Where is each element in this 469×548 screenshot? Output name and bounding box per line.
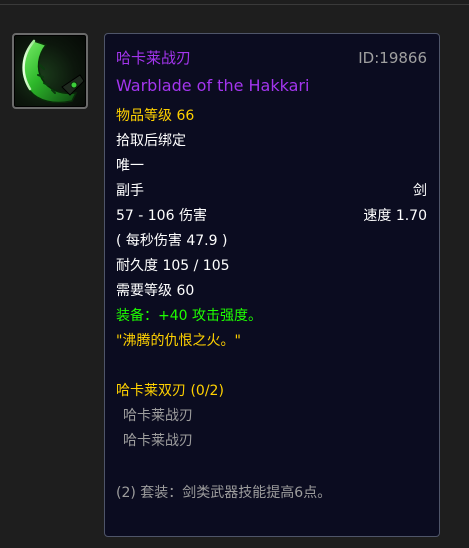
item-level: 物品等级 66 (116, 108, 195, 124)
required-level: 需要等级 60 (116, 283, 195, 299)
set-bonus: (2) 套装：剑类武器技能提高6点。 (116, 485, 332, 501)
item-name-chinese: 哈卡莱战刃 (116, 49, 192, 67)
flavor-text: "沸腾的仇恨之火。" (116, 333, 241, 349)
item-tooltip: 哈卡莱战刃 ID:19866 Warblade of the Hakkari 物… (104, 33, 440, 537)
item-set-name[interactable]: 哈卡莱双刃 (0/2) (116, 380, 224, 400)
damage-range: 57 - 106 伤害 (116, 208, 207, 224)
item-id: ID:19866 (358, 49, 427, 67)
damage-per-second: ( 每秒伤害 47.9 ) (116, 233, 228, 249)
unique-tag: 唯一 (116, 158, 144, 174)
set-piece-item[interactable]: 哈卡莱战刃 (123, 405, 193, 425)
set-piece-item[interactable]: 哈卡莱战刃 (123, 430, 193, 450)
item-icon-frame[interactable] (12, 33, 88, 109)
durability: 耐久度 105 / 105 (116, 258, 230, 274)
item-name-english: Warblade of the Hakkari (116, 76, 310, 95)
top-divider (0, 4, 469, 5)
hakkari-warblade-icon (21, 39, 85, 104)
attack-speed: 速度 1.70 (363, 208, 427, 224)
bind-type: 拾取后绑定 (116, 133, 186, 149)
equip-slot: 副手 (116, 183, 144, 199)
weapon-type: 剑 (413, 183, 427, 199)
equip-effect: 装备：+40 攻击强度。 (116, 308, 262, 324)
